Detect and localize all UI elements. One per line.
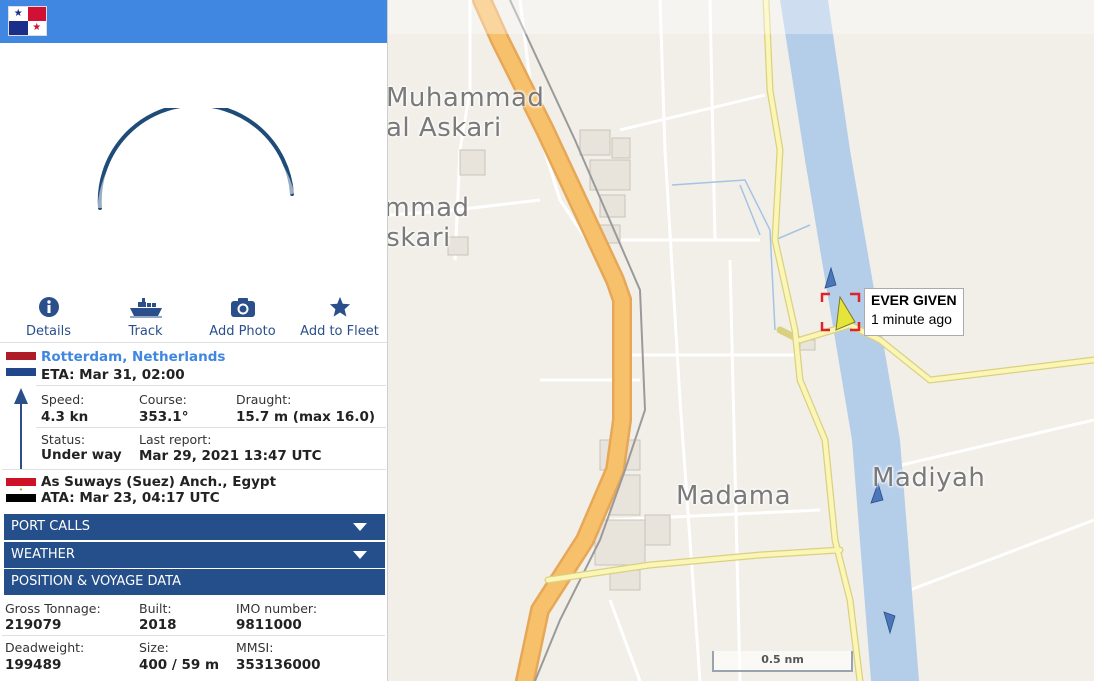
place-name: Madiyah xyxy=(872,463,986,493)
gross-tonnage-value: 219079 xyxy=(5,617,62,633)
mmsi-value: 353136000 xyxy=(236,657,321,673)
panel-header: ★ ★ xyxy=(0,0,387,43)
place-name: Madama xyxy=(676,481,792,511)
panama-flag-icon: ★ ★ xyxy=(8,6,47,36)
scale-bar: 0.5 nm xyxy=(712,651,853,672)
course-label: Course: xyxy=(139,392,187,407)
vessel-panel: ★ ★ Details Track Add Photo Add to Fleet… xyxy=(0,0,388,681)
loading-spinner-icon xyxy=(97,108,295,210)
ship-last-seen: 1 minute ago xyxy=(871,311,952,327)
add-to-fleet-button[interactable]: Add to Fleet xyxy=(291,293,387,342)
ship-icon xyxy=(97,296,194,322)
imo-value: 9811000 xyxy=(236,617,302,633)
last-report-value: Mar 29, 2021 13:47 UTC xyxy=(139,448,322,464)
imo-label: IMO number: xyxy=(236,601,318,616)
add-photo-button[interactable]: Add Photo xyxy=(194,293,291,342)
section-title: POSITION & VOYAGE DATA xyxy=(11,574,181,589)
place-label: Madiyah xyxy=(872,463,986,494)
destination-eta: ETA: Mar 31, 02:00 xyxy=(41,367,185,383)
map-top-bar xyxy=(388,0,1094,34)
netherlands-flag-icon xyxy=(6,352,36,376)
section-title: WEATHER xyxy=(11,547,75,562)
divider xyxy=(2,469,386,470)
action-bar: Details Track Add Photo Add to Fleet xyxy=(0,293,387,343)
speed-value: 4.3 kn xyxy=(41,409,89,425)
info-icon xyxy=(0,296,97,322)
size-value: 400 / 59 m xyxy=(139,657,220,673)
ship-name: EVER GIVEN xyxy=(871,292,957,308)
status-label: Status: xyxy=(41,432,86,447)
speed-label: Speed: xyxy=(41,392,85,407)
ship-tooltip[interactable]: EVER GIVEN 1 minute ago xyxy=(864,288,964,336)
draught-label: Draught: xyxy=(236,392,292,407)
add-photo-label: Add Photo xyxy=(209,324,276,339)
add-to-fleet-label: Add to Fleet xyxy=(300,324,379,339)
status-value: Under way xyxy=(41,447,122,463)
gross-tonnage-label: Gross Tonnage: xyxy=(5,601,101,616)
vessel-photo-placeholder xyxy=(0,43,387,293)
built-label: Built: xyxy=(139,601,172,616)
origin-port: As Suways (Suez) Anch., Egypt xyxy=(41,474,277,490)
details-label: Details xyxy=(25,324,72,339)
camera-icon xyxy=(194,296,291,322)
size-label: Size: xyxy=(139,640,169,655)
built-value: 2018 xyxy=(139,617,177,633)
chevron-down-icon xyxy=(353,551,367,559)
deadweight-value: 199489 xyxy=(5,657,62,673)
last-report-label: Last report: xyxy=(139,432,212,447)
destination-port-link[interactable]: Rotterdam, Netherlands xyxy=(41,349,225,365)
divider xyxy=(36,427,386,428)
divider xyxy=(2,635,385,636)
position-voyage-section[interactable]: POSITION & VOYAGE DATA xyxy=(4,569,385,595)
route-line xyxy=(20,394,22,470)
details-button[interactable]: Details xyxy=(0,293,97,342)
star-icon xyxy=(291,296,387,322)
voyage-info: Rotterdam, Netherlands ETA: Mar 31, 02:0… xyxy=(0,344,387,514)
divider xyxy=(36,385,386,386)
place-label: Muhammad al Askari xyxy=(386,83,545,144)
section-title: PORT CALLS xyxy=(11,519,90,534)
draught-value: 15.7 m (max 16.0) xyxy=(236,409,376,425)
port-calls-section[interactable]: PORT CALLS xyxy=(4,514,385,540)
track-label: Track xyxy=(128,324,163,339)
track-button[interactable]: Track xyxy=(97,293,194,342)
egypt-flag-icon: • xyxy=(6,478,36,502)
origin-ata: ATA: Mar 23, 04:17 UTC xyxy=(41,490,220,506)
scale-label: 0.5 nm xyxy=(761,653,804,666)
mmsi-label: MMSI: xyxy=(236,640,274,655)
weather-section[interactable]: WEATHER xyxy=(4,542,385,568)
place-label: Madama xyxy=(676,481,792,512)
chevron-down-icon xyxy=(353,523,367,531)
course-value: 353.1° xyxy=(139,409,189,425)
place-name: Muhammad al Askari xyxy=(386,83,545,143)
deadweight-label: Deadweight: xyxy=(5,640,85,655)
